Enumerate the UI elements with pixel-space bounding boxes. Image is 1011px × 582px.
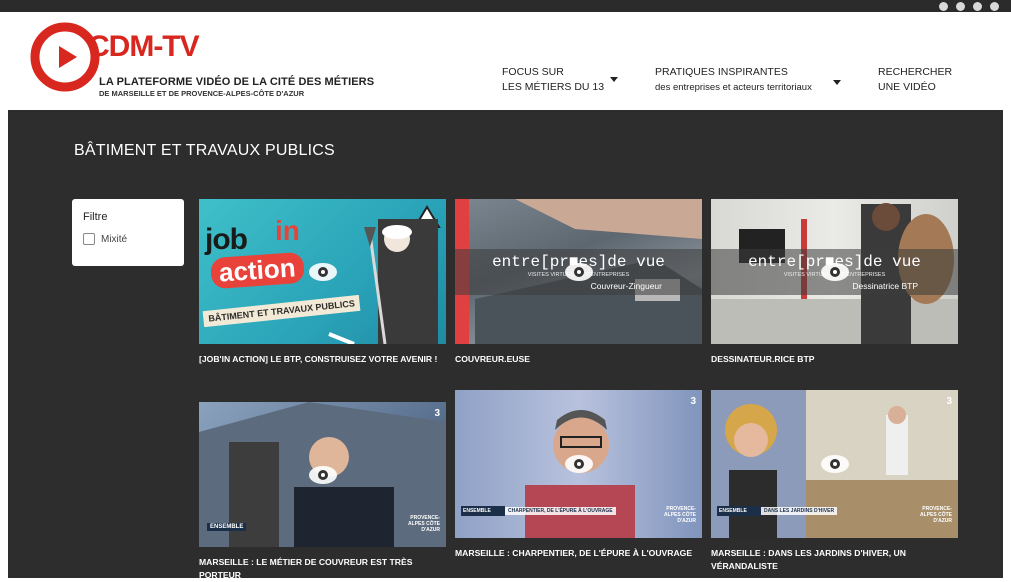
twitter-icon[interactable] [939, 1, 948, 11]
thumb-in-word: in [275, 215, 300, 246]
eye-icon [820, 455, 849, 473]
nav-rechercher-line1: RECHERCHER [878, 66, 953, 78]
eye-icon [820, 262, 849, 281]
video-thumbnail[interactable]: entre[pr■es]de vue VISITES VIRTUELLES D'… [711, 199, 958, 344]
region-tag: PROVENCE-ALPES CÔTE D'AZUR [664, 506, 696, 524]
caret-down-icon[interactable] [833, 80, 841, 85]
facebook-icon[interactable] [956, 1, 965, 11]
youtube-icon[interactable] [990, 1, 999, 11]
video-card[interactable]: 3 ENSEMBLE DANS LES JARDINS D'HIVER PROV… [711, 390, 958, 573]
nav-pratiques-line1: PRATIQUES INSPIRANTES [655, 66, 788, 78]
video-title[interactable]: [JOB'IN ACTION] LE BTP, CONSTRUISEZ VOTR… [199, 353, 439, 366]
video-card[interactable]: entre[pr■es]de vue VISITES VIRTUELLES D'… [711, 199, 958, 366]
video-card[interactable]: job in action BÂTIMENT ET TRAVAUX PUBLIC… [199, 199, 446, 366]
mixite-checkbox[interactable] [83, 233, 95, 245]
page-title: BÂTIMENT ET TRAVAUX PUBLICS [74, 142, 335, 159]
caret-down-icon[interactable] [610, 77, 618, 82]
nav-focus-metiers[interactable]: FOCUS SUR LES MÉTIERS DU 13 [502, 65, 604, 95]
video-thumbnail[interactable]: job in action BÂTIMENT ET TRAVAUX PUBLIC… [199, 199, 446, 344]
video-title[interactable]: COUVREUR.EUSE [455, 353, 695, 366]
thumb-action-word: action [210, 251, 305, 290]
nav-pratiques-line2: des entreprises et acteurs territoriaux [655, 82, 812, 93]
thumb-job-name: Couvreur-Zingueur [590, 281, 662, 291]
channel-logo: 3 [946, 396, 952, 407]
filter-panel: Filtre Mixité [72, 199, 184, 266]
video-card[interactable]: 3 ENSEMBLE PROVENCE-ALPES CÔTE D'AZUR MA… [199, 402, 446, 582]
video-thumbnail[interactable]: entre[pr■es]de vue VISITES VIRTUELLES D'… [455, 199, 702, 344]
video-title[interactable]: MARSEILLE : LE MÉTIER DE COUVREUR EST TR… [199, 556, 439, 582]
lower-third-caption: DANS LES JARDINS D'HIVER [761, 507, 838, 515]
filter-option-mixite[interactable]: Mixité [83, 233, 127, 245]
video-title[interactable]: MARSEILLE : CHARPENTIER, DE L'ÉPURE À L'… [455, 547, 695, 560]
eye-icon [564, 455, 593, 473]
nav-pratiques-inspirantes[interactable]: PRATIQUES INSPIRANTES des entreprises et… [655, 65, 812, 95]
video-thumbnail[interactable]: 3 ENSEMBLE CHARPENTIER, DE L'ÉPURE À L'O… [455, 390, 702, 538]
channel-logo: 3 [690, 396, 696, 407]
nav-rechercher-line2: UNE VIDÉO [878, 81, 936, 93]
show-tag: ENSEMBLE [717, 506, 761, 516]
logo-text[interactable]: CDM-TV [88, 30, 200, 64]
filter-title: Filtre [83, 211, 108, 223]
instagram-icon[interactable] [973, 1, 982, 11]
thumb-job-word: job [205, 223, 248, 256]
filter-option-label: Mixité [101, 233, 128, 245]
eye-icon [564, 262, 593, 281]
show-tag: ENSEMBLE [461, 506, 505, 516]
channel-logo: 3 [434, 408, 440, 419]
video-card[interactable]: entre[pr■es]de vue VISITES VIRTUELLES D'… [455, 199, 702, 366]
social-links [939, 0, 999, 12]
region-tag: PROVENCE-ALPES CÔTE D'AZUR [408, 515, 440, 533]
nav-focus-line2: LES MÉTIERS DU 13 [502, 81, 605, 93]
main-content: BÂTIMENT ET TRAVAUX PUBLICS Filtre Mixit… [8, 110, 1003, 580]
video-thumbnail[interactable]: 3 ENSEMBLE PROVENCE-ALPES CÔTE D'AZUR [199, 402, 446, 547]
site-header: CDM-TV LA PLATEFORME VIDÉO DE LA CITÉ DE… [8, 12, 1003, 110]
tagline-subtitle: DE MARSEILLE ET DE PROVENCE-ALPES-CÔTE D… [99, 89, 305, 98]
show-tag: ENSEMBLE [207, 523, 247, 531]
video-title[interactable]: DESSINATEUR.RICE BTP [711, 353, 951, 366]
nav-focus-line1: FOCUS SUR [502, 66, 564, 78]
region-tag: PROVENCE-ALPES CÔTE D'AZUR [920, 506, 952, 524]
eye-icon [308, 465, 337, 484]
eye-icon [308, 262, 337, 281]
nav-rechercher-video[interactable]: RECHERCHER UNE VIDÉO [878, 65, 952, 95]
thumb-job-name: Dessinatrice BTP [852, 281, 918, 291]
tagline: LA PLATEFORME VIDÉO DE LA CITÉ DES MÉTIE… [99, 76, 375, 88]
video-thumbnail[interactable]: 3 ENSEMBLE DANS LES JARDINS D'HIVER PROV… [711, 390, 958, 538]
top-strip [0, 0, 1011, 12]
video-card[interactable]: 3 ENSEMBLE CHARPENTIER, DE L'ÉPURE À L'O… [455, 390, 702, 560]
lower-third-caption: CHARPENTIER, DE L'ÉPURE À L'OUVRAGE [505, 507, 616, 515]
video-title[interactable]: MARSEILLE : DANS LES JARDINS D'HIVER, UN… [711, 547, 951, 573]
